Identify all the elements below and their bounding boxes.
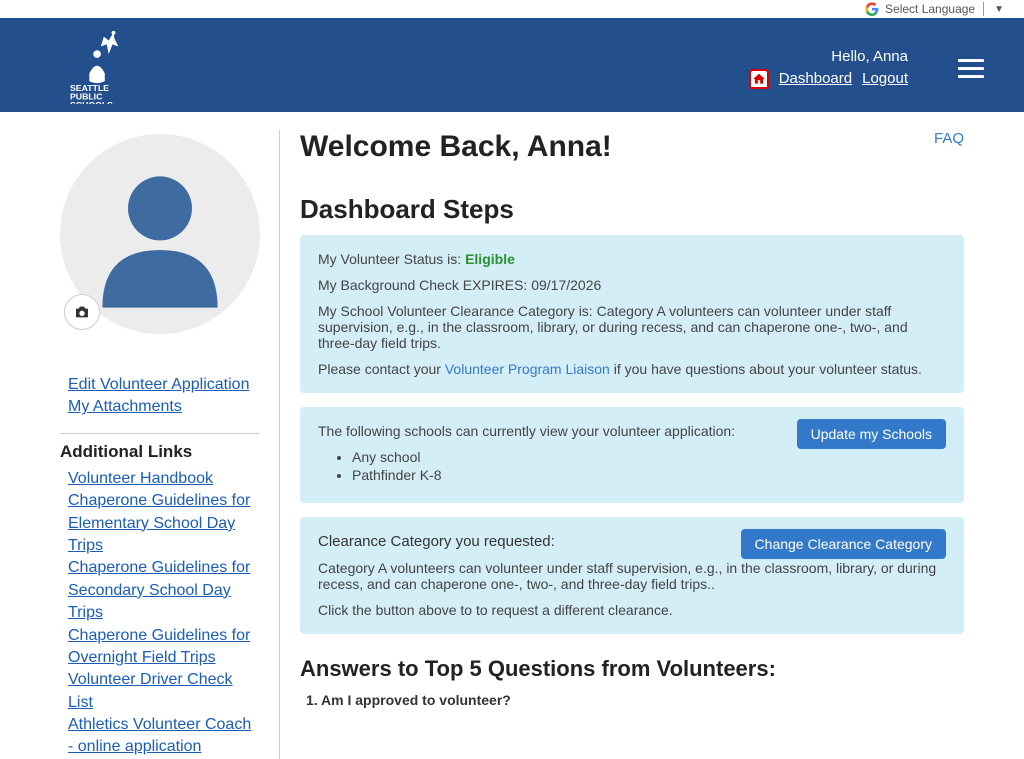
sidebar-link[interactable]: Volunteer Handbook [68, 468, 259, 490]
header-right: Hello, Anna Dashboard Logout [749, 48, 908, 89]
welcome-heading: Welcome Back, Anna! [300, 130, 612, 164]
camera-icon [74, 304, 90, 320]
contact-liaison-text: Please contact your Volunteer Program Li… [318, 361, 946, 377]
google-icon [865, 2, 879, 16]
language-selector[interactable]: Select Language ▼ [0, 0, 1024, 18]
schools-list: Any school Pathfinder K-8 [352, 449, 946, 483]
home-icon[interactable] [749, 69, 769, 89]
sidebar-link[interactable]: Chaperone Guidelines for Elementary Scho… [68, 490, 259, 557]
svg-text:SCHOOLS: SCHOOLS [70, 100, 113, 104]
status-value: Eligible [465, 251, 515, 267]
header-links: Dashboard Logout [749, 69, 908, 89]
sidebar: Edit Volunteer Application My Attachment… [60, 130, 280, 759]
faq-question-1: 1. Am I approved to volunteer? [300, 692, 964, 708]
logout-link[interactable]: Logout [862, 70, 908, 87]
main-content: Welcome Back, Anna! FAQ Dashboard Steps … [280, 130, 964, 759]
sidebar-link[interactable]: Volunteer Driver Check List [68, 669, 259, 714]
edit-application-link[interactable]: Edit Volunteer Application [68, 374, 259, 396]
faq-link[interactable]: FAQ [934, 130, 964, 147]
clearance-hint: Click the button above to to request a d… [318, 602, 946, 618]
dashboard-link[interactable]: Dashboard [779, 70, 852, 87]
additional-links-heading: Additional Links [60, 442, 259, 462]
header-bar: SEATTLEPUBLICSCHOOLS Hello, Anna Dashboa… [0, 18, 1024, 112]
clearance-description: Category A volunteers can volunteer unde… [318, 560, 946, 592]
clearance-panel: Change Clearance Category Clearance Cate… [300, 517, 964, 634]
status-panel: My Volunteer Status is: Eligible My Back… [300, 235, 964, 393]
list-item: Pathfinder K-8 [352, 467, 946, 483]
sidebar-link[interactable]: Athletics Volunteer Coach - online appli… [68, 714, 259, 759]
clearance-category-text: My School Volunteer Clearance Category i… [318, 303, 946, 351]
sidebar-link[interactable]: Chaperone Guidelines for Overnight Field… [68, 625, 259, 670]
dashboard-steps-heading: Dashboard Steps [300, 194, 964, 225]
sidebar-link[interactable]: Chaperone Guidelines for Secondary Schoo… [68, 557, 259, 624]
faq-answers-heading: Answers to Top 5 Questions from Voluntee… [300, 656, 964, 682]
change-clearance-button[interactable]: Change Clearance Category [741, 529, 946, 559]
sps-logo[interactable]: SEATTLEPUBLICSCHOOLS [70, 27, 128, 109]
bg-check-expiry: My Background Check EXPIRES: 09/17/2026 [318, 277, 946, 293]
dropdown-triangle-icon: ▼ [990, 4, 1004, 15]
schools-panel: Update my Schools The following schools … [300, 407, 964, 503]
sidebar-divider [60, 433, 259, 434]
liaison-link[interactable]: Volunteer Program Liaison [445, 361, 610, 377]
avatar-container [60, 134, 260, 334]
upload-photo-button[interactable] [64, 294, 100, 330]
volunteer-status: My Volunteer Status is: Eligible [318, 251, 946, 267]
menu-hamburger-icon[interactable] [958, 54, 984, 83]
my-attachments-link[interactable]: My Attachments [68, 396, 259, 418]
language-label: Select Language [885, 2, 984, 16]
list-item: Any school [352, 449, 946, 465]
greeting-text: Hello, Anna [831, 48, 908, 65]
additional-links-list: Volunteer Handbook Chaperone Guidelines … [68, 468, 259, 759]
update-schools-button[interactable]: Update my Schools [797, 419, 946, 449]
